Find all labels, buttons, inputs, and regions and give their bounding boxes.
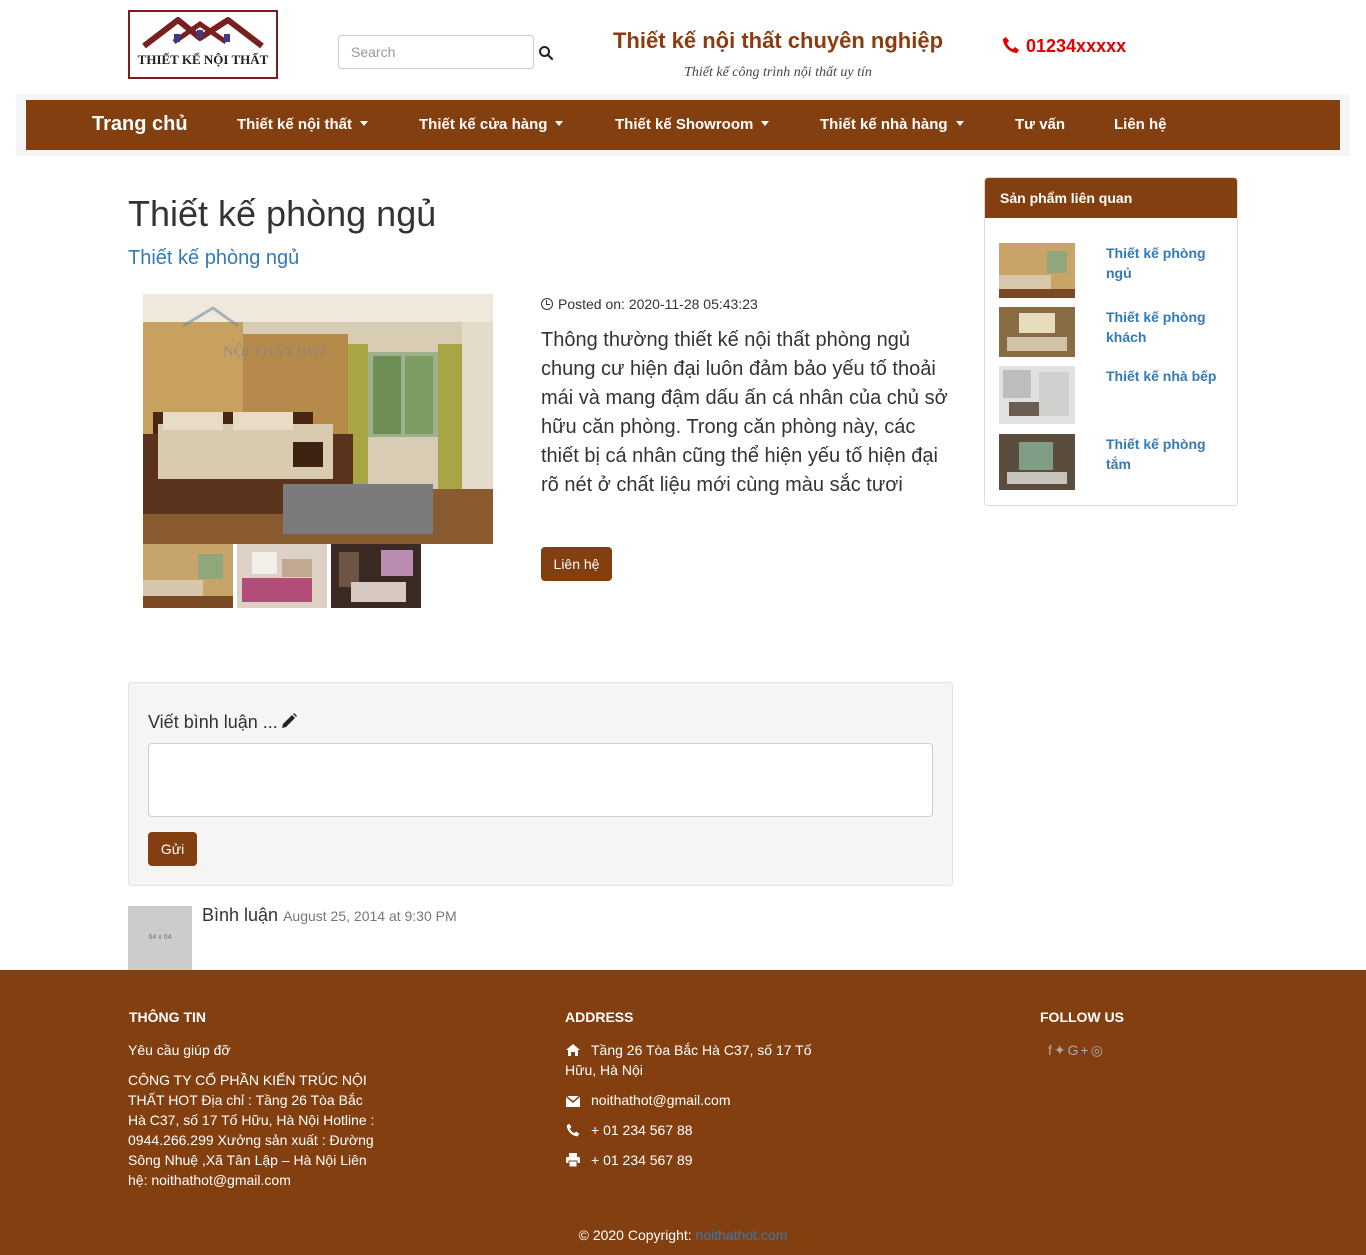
related-thumbnail [999, 243, 1075, 298]
related-product-image[interactable] [999, 366, 1075, 424]
nav-item-label: Liên hệ [1114, 116, 1167, 133]
footer-phone: + 01 234 567 88 [565, 1120, 693, 1140]
header-phone[interactable]: 01234xxxxx [1026, 36, 1126, 57]
comment-form: Viết bình luận ... Gửi [128, 682, 953, 886]
copyright: © 2020 Copyright: noithathot.com [0, 1227, 1366, 1243]
twitter-icon[interactable]: ✦ [1054, 1042, 1068, 1058]
chevron-down-icon [360, 120, 369, 126]
comment-heading: Viết bình luận ... [148, 712, 298, 733]
footer-address-text: Tầng 26 Tòa Bắc Hà C37, số 17 Tố Hữu, Hà… [565, 1042, 812, 1078]
related-thumbnail [999, 307, 1075, 357]
nav-item-label: Thiết kế cửa hàng [419, 116, 548, 133]
site-title: Thiết kế nội thất chuyên nghiệp [612, 28, 944, 53]
contact-button[interactable]: Liên hệ [541, 547, 612, 581]
footer-address: Tầng 26 Tòa Bắc Hà C37, số 17 Tố Hữu, Hà… [565, 1040, 825, 1080]
footer-follow-heading: FOLLOW US [1040, 1009, 1124, 1025]
google-plus-icon[interactable]: G+ [1068, 1042, 1091, 1058]
nav-item-thiet-ke-noi-that[interactable]: Thiết kế nội thất [237, 116, 369, 133]
related-product-link[interactable]: Thiết kế phòng khách [1106, 307, 1226, 347]
svg-text:NỘI THẤT HOT: NỘI THẤT HOT [223, 343, 327, 360]
clock-icon [541, 298, 553, 310]
footer-email-text: noithathot@gmail.com [591, 1092, 731, 1108]
nav-item-label: Tư vấn [1015, 116, 1066, 133]
page-title: Thiết kế phòng ngủ [128, 193, 437, 234]
avatar: 64 x 64 [128, 906, 192, 970]
pencil-icon [281, 713, 297, 728]
search-icon[interactable] [538, 45, 554, 61]
posted-text: Posted on: 2020-11-28 05:43:23 [558, 296, 758, 312]
footer-fax-text: + 01 234 567 89 [591, 1152, 693, 1168]
comment-entry: Bình luận August 25, 2014 at 9:30 PM [202, 905, 457, 926]
footer-phone-text: + 01 234 567 88 [591, 1122, 693, 1138]
related-product-image[interactable] [999, 243, 1075, 298]
related-products-title: Sản phẩm liên quan [985, 178, 1237, 218]
related-product-image[interactable] [999, 307, 1075, 357]
nav-item-thiet-ke-cua-hang[interactable]: Thiết kế cửa hàng [419, 116, 564, 133]
page-subtitle-link[interactable]: Thiết kế phòng ngủ [128, 247, 299, 270]
posted-date: Posted on: 2020-11-28 05:43:23 [541, 296, 758, 312]
main-navbar: Trang chủ Thiết kế nội thất Thiết kế cửa… [26, 100, 1340, 150]
footer-company-info: CÔNG TY CỔ PHẦN KIẾN TRÚC NỘI THẤT HOT Đ… [128, 1072, 375, 1188]
bedroom-photo: NỘI THẤT HOT [143, 294, 493, 544]
related-product-link[interactable]: Thiết kế phòng ngủ [1106, 243, 1226, 283]
nav-item-thiet-ke-showroom[interactable]: Thiết kế Showroom [615, 116, 770, 133]
footer-address-heading: ADDRESS [565, 1009, 634, 1025]
site-logo[interactable]: THIẾT KẾ NỘI THẤT [128, 10, 278, 79]
nav-item-label: Thiết kế nhà hàng [820, 116, 948, 133]
copyright-link[interactable]: noithathot.com [696, 1227, 788, 1243]
comment-textarea[interactable] [148, 743, 933, 817]
related-product-link[interactable]: Thiết kế phòng tắm [1106, 434, 1226, 474]
footer-info-heading: THÔNG TIN [129, 1009, 206, 1025]
product-main-image[interactable]: NỘI THẤT HOT [143, 294, 493, 544]
footer-help-link[interactable]: Yêu cầu giúp đỡ [128, 1040, 231, 1060]
site-subtitle: Thiết kế công trình nội thất uy tín [684, 65, 872, 80]
search-input[interactable] [338, 35, 534, 69]
comment-heading-text: Viết bình luận ... [148, 712, 278, 732]
envelope-icon [565, 1096, 581, 1107]
thumbnail-image [331, 544, 421, 608]
phone-icon [566, 1123, 580, 1137]
logo-text: THIẾT KẾ NỘI THẤT [137, 52, 269, 67]
product-thumbnail[interactable] [143, 544, 233, 608]
chevron-down-icon [955, 120, 964, 126]
chevron-down-icon [761, 120, 770, 126]
home-icon [566, 1044, 580, 1056]
nav-item-label: Thiết kế nội thất [237, 116, 353, 133]
send-comment-button[interactable]: Gửi [148, 832, 197, 866]
thumbnail-image [143, 544, 233, 608]
chevron-down-icon [555, 120, 564, 126]
print-icon [566, 1153, 580, 1167]
thumbnail-image [237, 544, 327, 608]
nav-item-thiet-ke-nha-hang[interactable]: Thiết kế nhà hàng [820, 116, 964, 133]
nav-item-label: Thiết kế Showroom [615, 116, 754, 133]
related-thumbnail [999, 434, 1075, 490]
phone-icon [1003, 37, 1019, 53]
nav-home[interactable]: Trang chủ [92, 113, 188, 136]
footer-fax: + 01 234 567 89 [565, 1150, 693, 1170]
product-thumbnail[interactable] [237, 544, 327, 608]
related-thumbnail [999, 366, 1075, 424]
product-thumbnail[interactable] [331, 544, 421, 608]
product-description: Thông thường thiết kế nội thất phòng ngủ… [541, 329, 948, 496]
nav-item-lien-he[interactable]: Liên hệ [1114, 116, 1167, 133]
related-products-panel: Sản phẩm liên quan Thiết kế phòng ngủ Th… [984, 177, 1238, 506]
copyright-text: © 2020 Copyright: [578, 1227, 692, 1243]
site-footer: THÔNG TIN Yêu cầu giúp đỡ CÔNG TY CỔ PHẦ… [0, 970, 1366, 1255]
social-links: f✦G+◎ [1048, 1042, 1105, 1059]
comment-author: Bình luận [202, 905, 279, 925]
related-product-link[interactable]: Thiết kế nhà bếp [1106, 366, 1226, 386]
comment-date: August 25, 2014 at 9:30 PM [283, 908, 457, 924]
nav-item-tu-van[interactable]: Tư vấn [1015, 116, 1065, 133]
related-product-image[interactable] [999, 434, 1075, 490]
dribbble-icon[interactable]: ◎ [1091, 1042, 1105, 1058]
footer-email[interactable]: noithathot@gmail.com [565, 1090, 731, 1110]
